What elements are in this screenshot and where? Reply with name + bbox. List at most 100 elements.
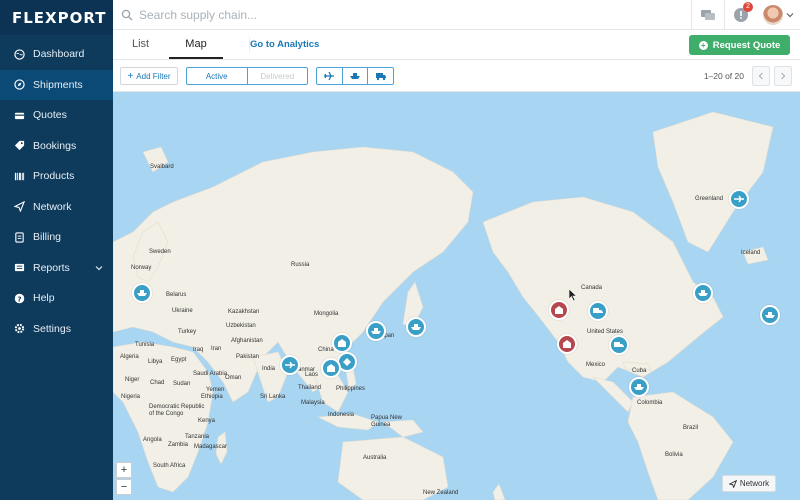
truck-icon xyxy=(375,73,386,81)
shipment-marker[interactable] xyxy=(132,283,152,303)
ship-icon xyxy=(765,312,775,318)
search-input[interactable] xyxy=(139,7,599,22)
previous-page-button[interactable] xyxy=(752,66,770,86)
map-label: Thailand xyxy=(298,385,322,391)
map-label: Russia xyxy=(291,262,310,268)
view-tabs-bar: List Map Go to Analytics + Request Quote xyxy=(113,30,800,60)
add-filter-button[interactable]: + Add Filter xyxy=(120,67,178,85)
map-label: Indonesia xyxy=(328,412,355,418)
shipment-marker-alert[interactable] xyxy=(557,334,577,354)
network-button[interactable]: Network xyxy=(722,475,776,492)
sidebar-item-billing[interactable]: Billing xyxy=(0,222,113,253)
shipment-marker[interactable] xyxy=(693,283,713,303)
shipment-marker[interactable] xyxy=(729,189,749,209)
map-label: Colombia xyxy=(637,400,663,406)
map-label: Philippines xyxy=(336,386,366,392)
list-icon xyxy=(14,262,25,273)
go-to-analytics-link[interactable]: Go to Analytics xyxy=(249,37,321,53)
sidebar-item-label: Help xyxy=(33,292,55,305)
sidebar-item-reports[interactable]: Reports xyxy=(0,253,113,284)
ocean-mode-button[interactable] xyxy=(343,68,369,84)
next-page-button[interactable] xyxy=(774,66,792,86)
truck-mode-button[interactable] xyxy=(368,68,393,84)
add-filter-label: Add Filter xyxy=(136,71,171,81)
warehouse-icon xyxy=(327,364,335,372)
ship-icon xyxy=(634,384,644,390)
map-label: Angola xyxy=(143,437,162,443)
map-label: Mongolia xyxy=(314,311,339,317)
sidebar-item-shipments[interactable]: Shipments xyxy=(0,69,113,100)
sidebar-item-label: Bookings xyxy=(33,139,77,152)
shipment-marker[interactable] xyxy=(629,377,649,397)
zoom-in-button[interactable]: + xyxy=(116,462,132,478)
map-label: Sri Lanka xyxy=(260,394,286,400)
sidebar-item-label: Billing xyxy=(33,231,62,244)
shipment-marker[interactable] xyxy=(588,301,608,321)
mouse-cursor-icon xyxy=(569,289,577,301)
status-delivered-option[interactable]: Delivered xyxy=(248,68,308,84)
send-icon xyxy=(14,201,25,213)
network-button-label: Network xyxy=(739,479,770,488)
sidebar-item-products[interactable]: Products xyxy=(0,161,113,192)
map-label: Iceland xyxy=(741,250,761,256)
zoom-out-button[interactable]: − xyxy=(116,479,132,495)
map-label: South Africa xyxy=(153,463,186,469)
tag-icon xyxy=(14,140,25,151)
divider xyxy=(724,0,725,30)
sidebar-item-label: Network xyxy=(33,200,72,213)
map-label: Chad xyxy=(150,380,165,386)
sidebar-item-label: Quotes xyxy=(33,109,67,122)
map-label: Ethiopia xyxy=(201,394,223,400)
air-mode-button[interactable] xyxy=(317,68,343,84)
status-toggle: Active Delivered xyxy=(186,67,308,85)
ship-icon xyxy=(698,290,708,296)
shipment-marker[interactable] xyxy=(332,333,352,353)
chevron-down-icon[interactable] xyxy=(786,11,794,19)
map-label: Tunisia xyxy=(135,342,155,348)
map-label: Kenya xyxy=(198,418,216,424)
flexport-logo[interactable]: FLEXPORT xyxy=(0,0,113,35)
shipment-marker-alert[interactable] xyxy=(549,300,569,320)
ship-icon xyxy=(411,324,421,330)
top-actions: 2 xyxy=(691,0,800,30)
shipment-map[interactable]: Svalbard Greenland Iceland Russia Canada… xyxy=(113,92,800,500)
map-label: Belarus xyxy=(166,292,187,298)
shipment-marker[interactable] xyxy=(366,321,386,341)
sidebar-item-network[interactable]: Network xyxy=(0,192,113,223)
status-active-option[interactable]: Active xyxy=(187,68,248,84)
notification-button[interactable]: 2 xyxy=(733,2,753,23)
map-label: Turkey xyxy=(178,329,197,335)
tab-map[interactable]: Map xyxy=(169,30,223,59)
chat-icon[interactable] xyxy=(700,7,716,23)
map-label: Ukraine xyxy=(172,308,193,314)
map-label: Madagascar xyxy=(194,444,228,450)
sidebar-item-label: Reports xyxy=(33,261,70,274)
shipment-marker[interactable] xyxy=(406,317,426,337)
tab-list[interactable]: List xyxy=(132,30,149,59)
send-icon xyxy=(728,479,737,488)
plane-icon xyxy=(285,361,295,369)
avatar[interactable] xyxy=(763,5,783,25)
ocean-icon xyxy=(350,73,360,79)
shipment-marker[interactable] xyxy=(321,358,341,378)
map-label: Saudi Arabia xyxy=(193,371,228,377)
map-label: Uzbekistan xyxy=(226,323,256,329)
sidebar-item-quotes[interactable]: Quotes xyxy=(0,100,113,131)
map-label: Egypt xyxy=(171,357,187,363)
request-quote-button[interactable]: + Request Quote xyxy=(689,35,790,55)
map-label: Zambia xyxy=(168,442,189,448)
map-label: Tanzania xyxy=(185,434,210,440)
sidebar-nav: Dashboard Shipments Quotes Bookings Prod… xyxy=(0,39,113,344)
plus-icon: + xyxy=(698,40,708,50)
sidebar-item-bookings[interactable]: Bookings xyxy=(0,131,113,162)
sidebar-item-settings[interactable]: Settings xyxy=(0,314,113,345)
warehouse-icon xyxy=(563,340,571,348)
ship-icon xyxy=(371,328,381,334)
shipment-marker[interactable] xyxy=(760,305,780,325)
sidebar-item-help[interactable]: ? Help xyxy=(0,283,113,314)
search-icon xyxy=(121,9,133,20)
sidebar-item-dashboard[interactable]: Dashboard xyxy=(0,39,113,70)
shipment-marker[interactable] xyxy=(609,335,629,355)
shipment-marker[interactable] xyxy=(280,355,300,375)
map-label: Democratic Republic of the Congo xyxy=(149,404,205,417)
